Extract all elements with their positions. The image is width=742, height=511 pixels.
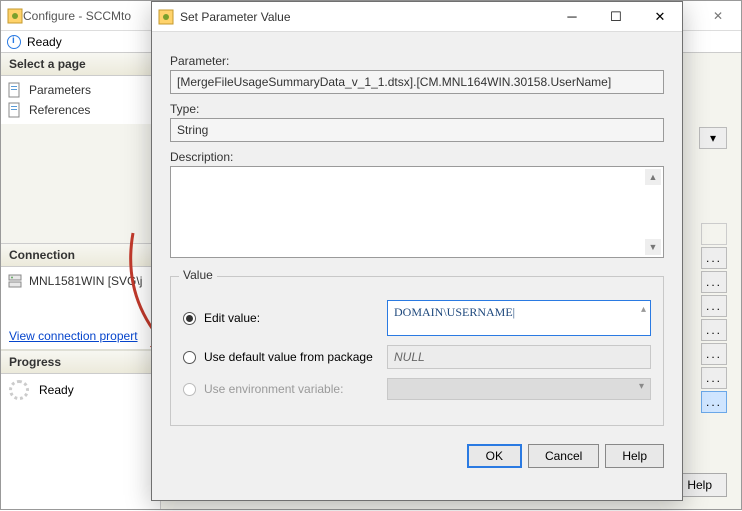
sidebar-item-parameters[interactable]: Parameters (7, 80, 154, 100)
edit-value-radio[interactable] (183, 312, 196, 325)
ready-label: Ready (27, 35, 62, 49)
env-var-label: Use environment variable: (204, 382, 343, 396)
default-value-label: Use default value from package (204, 350, 373, 364)
scroll-down-icon[interactable]: ▼ (645, 239, 661, 255)
sidebar-item-label: Parameters (29, 83, 91, 97)
view-connection-properties-link[interactable]: View connection propert (1, 323, 160, 349)
dialog-minimize-button[interactable]: ─ (550, 2, 594, 31)
page-icon (7, 82, 23, 98)
connection-item: MNL1581WIN [SVG\j (7, 271, 154, 291)
value-group-label: Value (179, 268, 217, 282)
sidebar-item-references[interactable]: References (7, 100, 154, 120)
default-value-row: Use default value from package NULL (183, 345, 651, 369)
ok-button[interactable]: OK (467, 444, 522, 468)
description-field[interactable]: ▲ ▼ (170, 166, 664, 258)
env-var-radio (183, 383, 196, 396)
edit-value-label: Edit value: (204, 311, 260, 325)
parent-window-title: Configure - SCCMto (23, 9, 131, 23)
edit-value-text: DOMAIN\USERNAME (394, 305, 513, 320)
edit-value-input[interactable]: DOMAIN\USERNAME| (387, 300, 651, 336)
app-icon (7, 8, 23, 24)
value-group: Value Edit value: DOMAIN\USERNAME| Use d… (170, 276, 664, 426)
cancel-button[interactable]: Cancel (528, 444, 599, 468)
parent-close-button[interactable]: ✕ (695, 1, 741, 30)
env-var-row: Use environment variable: (183, 378, 651, 400)
server-icon (7, 273, 23, 289)
default-value-radio[interactable] (183, 351, 196, 364)
parameter-label: Parameter: (170, 54, 664, 68)
dialog-titlebar: Set Parameter Value ─ ☐ ✕ (152, 2, 682, 32)
dialog-maximize-button[interactable]: ☐ (594, 2, 638, 31)
progress-value: Ready (39, 383, 74, 397)
set-parameter-dialog: Set Parameter Value ─ ☐ ✕ Parameter: Typ… (151, 1, 683, 501)
progress-header: Progress (1, 351, 160, 374)
grid-ellipsis-button[interactable]: ... (701, 247, 727, 269)
connection-header: Connection (1, 244, 160, 267)
dialog-title: Set Parameter Value (180, 10, 291, 24)
grid-ellipsis-button[interactable]: ... (701, 295, 727, 317)
select-page-header: Select a page (1, 53, 160, 76)
grid-ellipsis-button[interactable]: ... (701, 319, 727, 341)
grid-ellipsis-button-selected[interactable]: ... (701, 391, 727, 413)
progress-spinner-icon (9, 380, 29, 400)
script-dropdown[interactable]: ▾ (699, 127, 727, 149)
edit-value-row: Edit value: DOMAIN\USERNAME| (183, 300, 651, 336)
description-label: Description: (170, 150, 664, 164)
default-value-field: NULL (387, 345, 651, 369)
parameter-field (170, 70, 664, 94)
sidebar-item-label: References (29, 103, 90, 117)
sidebar: Select a page Parameters References Conn… (1, 53, 161, 509)
page-icon (7, 102, 23, 118)
dialog-icon (158, 9, 174, 25)
dialog-close-button[interactable]: ✕ (638, 2, 682, 31)
help-button[interactable]: Help (605, 444, 664, 468)
scroll-up-icon[interactable]: ▲ (645, 169, 661, 185)
grid-ellipsis-button[interactable]: ... (701, 343, 727, 365)
grid-ellipsis-button[interactable]: ... (701, 271, 727, 293)
connection-value: MNL1581WIN [SVG\j (29, 274, 142, 288)
type-label: Type: (170, 102, 664, 116)
type-field (170, 118, 664, 142)
grid-header-cell (701, 223, 727, 245)
env-var-dropdown (387, 378, 651, 400)
grid-ellipsis-button[interactable]: ... (701, 367, 727, 389)
grid-rows: ... ... ... ... ... ... ... (701, 223, 727, 413)
info-icon (7, 35, 21, 49)
